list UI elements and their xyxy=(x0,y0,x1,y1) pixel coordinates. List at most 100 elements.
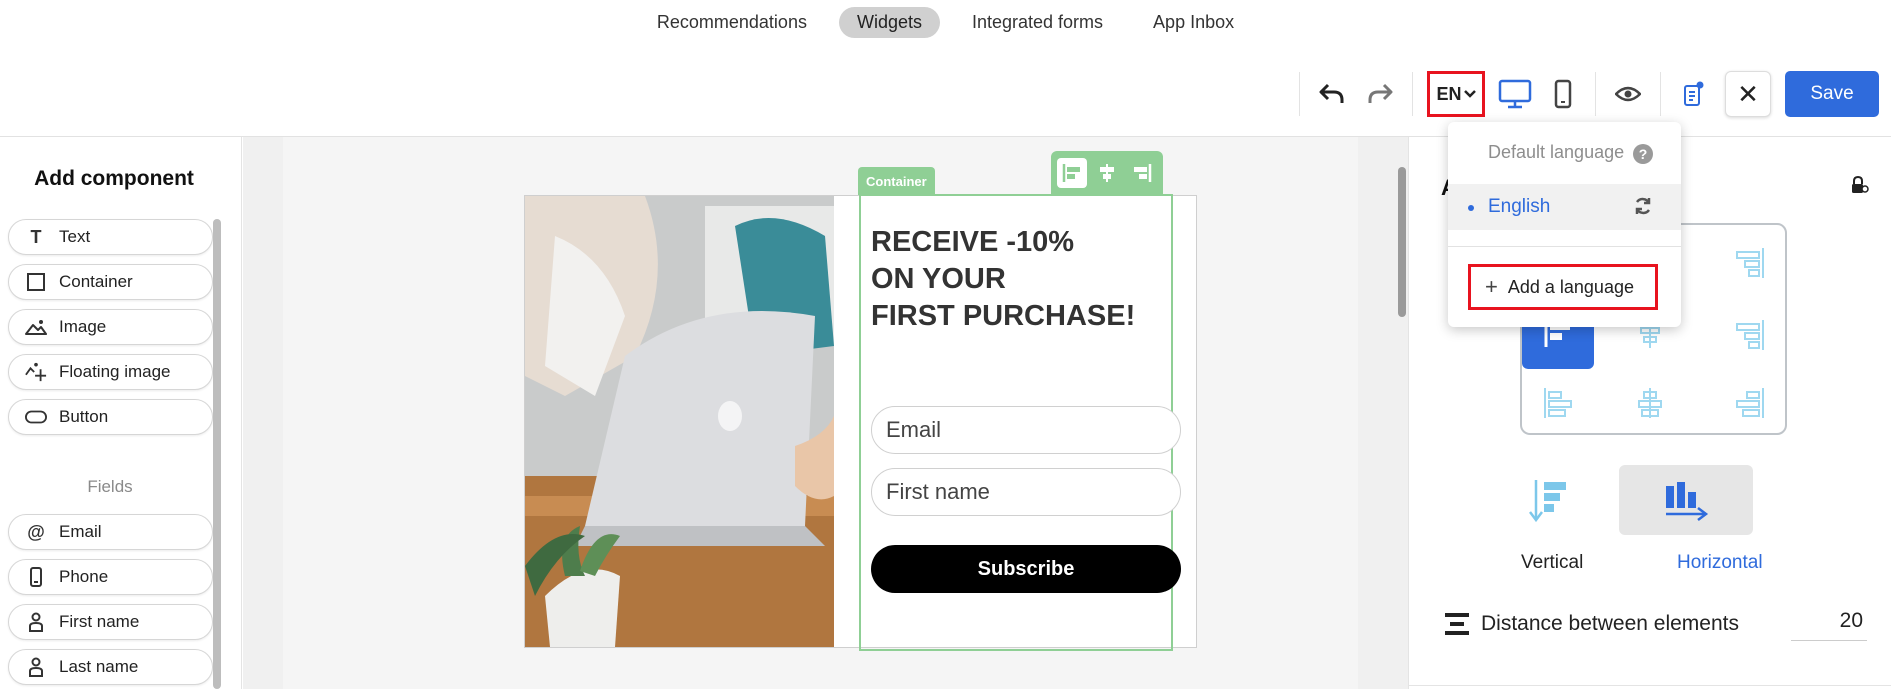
sync-button[interactable] xyxy=(1633,196,1653,221)
mobile-view-button[interactable] xyxy=(1541,72,1585,116)
text-icon: T xyxy=(30,226,42,247)
popup-headline[interactable]: RECEIVE -10% ON YOUR FIRST PURCHASE! xyxy=(871,224,1171,335)
left-panel-scrollbar[interactable] xyxy=(213,219,221,689)
align-middle-right-cell[interactable] xyxy=(1728,315,1768,355)
undo-button[interactable] xyxy=(1310,72,1354,116)
add-language-label: Add a language xyxy=(1507,276,1634,297)
image-icon xyxy=(25,316,47,338)
align-left-icon xyxy=(1063,164,1081,182)
component-button[interactable]: Button xyxy=(8,399,213,435)
align-bottom-right-cell[interactable] xyxy=(1728,383,1768,423)
headline-line: ON YOUR xyxy=(871,263,1006,295)
distance-label: Distance between elements xyxy=(1481,612,1739,635)
component-text[interactable]: T Text xyxy=(8,219,213,255)
widget-popup[interactable]: RECEIVE -10% ON YOUR FIRST PURCHASE! Ema… xyxy=(524,194,1197,651)
canvas-scrollbar[interactable] xyxy=(1398,167,1406,317)
align-left-button[interactable] xyxy=(1057,158,1088,188)
redo-button[interactable] xyxy=(1358,72,1402,116)
align-right-button[interactable] xyxy=(1127,158,1157,188)
mobile-icon xyxy=(1554,79,1572,109)
component-image[interactable]: Image xyxy=(8,309,213,345)
align-middle-right-icon xyxy=(1736,320,1764,350)
fields-section-label: Fields xyxy=(87,477,133,496)
email-input[interactable]: Email xyxy=(871,406,1181,454)
tab-app-inbox[interactable]: App Inbox xyxy=(1135,7,1252,38)
panel-title: Add component xyxy=(34,167,194,190)
headline-line: RECEIVE -10% xyxy=(871,226,1075,258)
eye-icon xyxy=(1615,86,1641,102)
horizontal-label: Horizontal xyxy=(1677,552,1763,573)
notes-button[interactable] xyxy=(1671,72,1715,116)
preview-button[interactable] xyxy=(1606,72,1650,116)
component-floating-image[interactable]: Floating image xyxy=(8,354,213,390)
container-tag: Container xyxy=(858,167,935,195)
field-label: Phone xyxy=(59,567,109,586)
toolbar-divider xyxy=(1595,72,1596,116)
component-label: Button xyxy=(59,407,109,426)
component-label: Image xyxy=(59,317,107,336)
desktop-icon xyxy=(1498,79,1532,109)
align-bottom-left-cell[interactable] xyxy=(1540,383,1580,423)
add-language-button[interactable]: + Add a language xyxy=(1468,264,1658,310)
language-code: EN xyxy=(1436,83,1462,104)
lock-icon xyxy=(1852,175,1869,193)
tab-widgets[interactable]: Widgets xyxy=(838,6,940,38)
component-container[interactable]: Container xyxy=(8,264,213,300)
align-bottom-center-icon xyxy=(1638,388,1662,418)
field-label: Last name xyxy=(59,657,139,676)
top-nav: Recommendations Widgets Integrated forms… xyxy=(0,0,1891,44)
close-button[interactable]: ✕ xyxy=(1725,71,1771,117)
toolbar-divider xyxy=(1299,72,1300,116)
spacing-icon xyxy=(1445,613,1469,635)
at-icon: @ xyxy=(27,521,45,542)
field-phone[interactable]: Phone xyxy=(8,559,213,595)
direction-horizontal-button[interactable] xyxy=(1619,465,1753,535)
distance-input[interactable]: 20 xyxy=(1791,609,1867,641)
canvas-workspace: RECEIVE -10% ON YOUR FIRST PURCHASE! Ema… xyxy=(283,137,1358,689)
field-last-name[interactable]: Last name xyxy=(8,649,213,685)
subscribe-button[interactable]: Subscribe xyxy=(871,545,1181,593)
notes-icon xyxy=(1684,81,1704,106)
desktop-view-button[interactable] xyxy=(1493,72,1537,116)
toolbar-divider xyxy=(1660,72,1661,116)
plus-icon: + xyxy=(1485,274,1498,299)
align-center-icon xyxy=(1099,164,1114,182)
component-label: Text xyxy=(59,227,91,246)
field-first-name[interactable]: First name xyxy=(8,604,213,640)
align-top-right-icon xyxy=(1736,248,1764,278)
floating-image-icon xyxy=(25,361,47,383)
editor-canvas: RECEIVE -10% ON YOUR FIRST PURCHASE! Ema… xyxy=(243,137,1408,689)
language-name: English xyxy=(1488,196,1551,217)
align-bottom-center-cell[interactable] xyxy=(1630,383,1670,423)
save-button[interactable]: Save xyxy=(1785,71,1879,117)
default-language-label: Default language xyxy=(1488,142,1625,162)
distance-between-elements: Distance between elements xyxy=(1443,611,1739,637)
tab-recommendations[interactable]: Recommendations xyxy=(639,7,825,38)
language-selector-button[interactable]: EN xyxy=(1427,71,1485,117)
headline-line: FIRST PURCHASE! xyxy=(871,300,1136,332)
field-email[interactable]: @ Email xyxy=(8,514,213,550)
container-align-toolbar xyxy=(1051,151,1163,195)
vertical-layout-icon xyxy=(1529,480,1566,523)
panel-divider xyxy=(1409,685,1891,686)
align-top-right-cell[interactable] xyxy=(1728,243,1768,283)
direction-vertical-button[interactable] xyxy=(1481,465,1615,535)
laptop-photo-illustration xyxy=(525,196,834,647)
help-icon[interactable]: ? xyxy=(1633,144,1653,164)
selected-dot xyxy=(1468,205,1474,211)
align-bottom-right-icon xyxy=(1736,388,1764,418)
toolbar-divider xyxy=(1412,72,1413,116)
tab-integrated-forms[interactable]: Integrated forms xyxy=(954,7,1121,38)
first-name-input[interactable]: First name xyxy=(871,468,1181,516)
redo-icon xyxy=(1368,83,1393,103)
dropdown-divider xyxy=(1448,246,1681,247)
phone-icon xyxy=(25,566,47,588)
horizontal-layout-icon xyxy=(1666,482,1709,521)
language-dropdown: Default language ? English + Add a langu… xyxy=(1448,122,1681,327)
align-center-button[interactable] xyxy=(1092,158,1122,188)
popup-image[interactable] xyxy=(525,196,834,647)
lock-toggle[interactable] xyxy=(1849,175,1869,200)
sync-icon xyxy=(1635,197,1651,215)
person-icon xyxy=(25,611,47,633)
language-option-english[interactable]: English xyxy=(1448,184,1681,230)
